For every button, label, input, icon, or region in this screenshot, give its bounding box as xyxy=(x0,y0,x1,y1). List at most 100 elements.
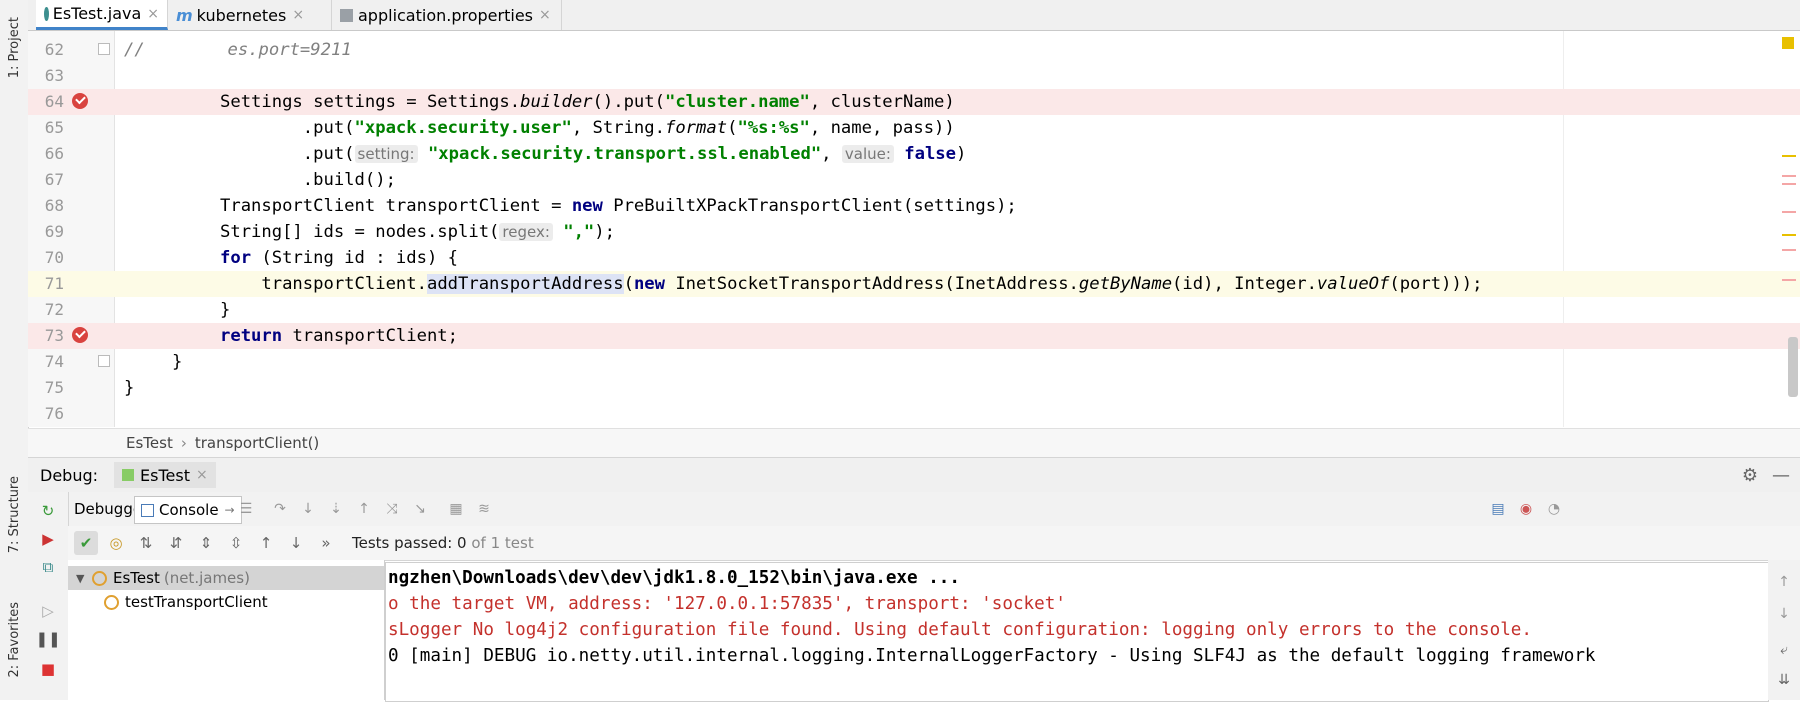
test-tree-item-method[interactable]: testTransportClient xyxy=(68,590,384,614)
close-icon[interactable]: × xyxy=(196,467,208,483)
next-test-icon[interactable]: ↓ xyxy=(284,531,308,555)
show-passed-icon[interactable]: ✔ xyxy=(74,531,98,555)
fold-icon[interactable] xyxy=(98,355,110,367)
breakpoint-icon[interactable] xyxy=(72,93,88,109)
favorites-tool-tab[interactable]: 2: Favorites xyxy=(2,590,26,690)
structure-tool-label: 7: Structure xyxy=(6,476,22,554)
line-number: 68 xyxy=(44,196,64,215)
test-status: Tests passed: 0 of 1 test xyxy=(352,534,534,552)
tab-label: Console xyxy=(159,501,219,519)
rerun-icon[interactable]: ↻ xyxy=(39,502,57,520)
editor-scrollbar-thumb[interactable] xyxy=(1788,337,1798,397)
structure-tool-tab[interactable]: 7: Structure xyxy=(2,470,26,560)
code-line: 67 .build(); xyxy=(28,167,1800,193)
code-line: 75 } xyxy=(28,375,1800,401)
tab-kubernetes[interactable]: m kubernetes × xyxy=(168,0,332,30)
console-side-controls: ↑ ↓ ⤶ ⇊ xyxy=(1768,560,1800,700)
more-icon[interactable]: » xyxy=(314,531,338,555)
close-icon[interactable]: × xyxy=(292,7,304,23)
previous-test-icon[interactable]: ↑ xyxy=(254,531,278,555)
force-step-into-icon[interactable]: ⇣ xyxy=(328,501,344,517)
resume-program-icon[interactable]: ▷ xyxy=(39,602,57,620)
show-ignored-icon[interactable]: ◎ xyxy=(104,531,128,555)
debug-session-tab[interactable]: EsTest × xyxy=(114,462,216,488)
tab-application-properties[interactable]: application.properties × xyxy=(332,0,562,30)
left-tool-strip: 1: Project 7: Structure 2: Favorites xyxy=(0,0,29,700)
pause-icon[interactable]: ❚❚ xyxy=(35,630,60,648)
step-into-icon[interactable]: ↓ xyxy=(300,501,316,517)
close-icon[interactable]: × xyxy=(147,6,159,22)
error-stripe[interactable] xyxy=(1770,31,1800,427)
collapse-all-icon[interactable]: ⇳ xyxy=(224,531,248,555)
fold-icon[interactable] xyxy=(98,43,110,55)
scroll-to-end-icon[interactable]: ⇊ xyxy=(1776,672,1792,688)
project-tool-label: 1: Project xyxy=(6,17,22,79)
pin-arrow-icon[interactable]: → xyxy=(225,503,235,517)
restore-layout-icon[interactable]: ▤ xyxy=(1490,501,1506,517)
tab-label: application.properties xyxy=(358,5,533,25)
line-number: 76 xyxy=(44,404,64,423)
test-toolbar: ✔ ◎ ⇅ ⇵ ⇕ ⇳ ↑ ↓ » Tests passed: 0 of 1 t… xyxy=(68,526,1800,561)
chevron-down-icon[interactable]: ▼ xyxy=(76,572,86,585)
expand-all-icon[interactable]: ⇕ xyxy=(194,531,218,555)
resume-icon[interactable]: ▶ xyxy=(39,530,57,548)
tab-estest-java[interactable]: EsTest.java × xyxy=(36,0,168,30)
tab-console[interactable]: Console → xyxy=(134,496,242,524)
project-tool-tab[interactable]: 1: Project xyxy=(2,8,26,88)
line-number: 62 xyxy=(44,40,64,59)
warning-status-icon[interactable] xyxy=(1782,37,1794,49)
code-line: 66 .put(setting: "xpack.security.transpo… xyxy=(28,141,1800,167)
soft-wrap-icon[interactable]: ⤶ xyxy=(1776,642,1792,658)
step-out-icon[interactable]: ↑ xyxy=(356,501,372,517)
test-package: (net.james) xyxy=(163,569,250,587)
tab-label: kubernetes xyxy=(196,5,287,25)
stop-icon[interactable]: ■ xyxy=(39,660,57,678)
scroll-down-icon[interactable]: ↓ xyxy=(1776,606,1792,622)
console-icon xyxy=(141,503,154,517)
step-icon[interactable]: ⧉ xyxy=(39,558,57,576)
code-text: TransportClient transportClient = new Pr… xyxy=(220,196,1017,216)
evaluate-icon[interactable]: ▦ xyxy=(448,501,464,517)
line-number: 74 xyxy=(44,352,64,371)
code-text: transportClient.addTransportAddress(new … xyxy=(220,274,1483,294)
console-output[interactable]: ngzhen\Downloads\dev\dev\jdk1.8.0_152\bi… xyxy=(385,562,1769,702)
console-line: sLogger No log4j2 configuration file fou… xyxy=(388,620,1532,640)
gear-icon[interactable]: ⚙ xyxy=(1742,465,1758,486)
run-config-icon xyxy=(122,469,135,481)
scroll-up-icon[interactable]: ↑ xyxy=(1776,574,1792,590)
properties-icon xyxy=(340,8,353,22)
line-number: 73 xyxy=(44,326,64,345)
parameter-hint: regex: xyxy=(499,223,553,241)
close-icon[interactable]: × xyxy=(539,7,551,23)
code-text: String[] ids = nodes.split(regex: ","); xyxy=(220,222,615,242)
code-line: 74 } xyxy=(28,349,1800,375)
code-text: .put(setting: "xpack.security.transport.… xyxy=(220,144,967,164)
code-text: // es.port=9211 xyxy=(124,40,352,60)
breadcrumb-item-method[interactable]: transportClient() xyxy=(195,434,319,452)
code-line: 63 xyxy=(28,63,1800,89)
code-text: Settings settings = Settings.builder().p… xyxy=(220,92,955,112)
run-to-cursor-icon[interactable]: ↘ xyxy=(412,501,428,517)
line-number: 75 xyxy=(44,378,64,397)
breadcrumb-item-class[interactable]: EsTest xyxy=(126,434,173,452)
test-running-icon xyxy=(92,570,107,586)
breakpoint-icon[interactable] xyxy=(72,327,88,343)
settings-gauge-icon[interactable]: ◔ xyxy=(1546,501,1562,517)
minimize-icon[interactable]: — xyxy=(1772,465,1790,486)
java-class-icon xyxy=(44,6,49,21)
breadcrumb-separator: › xyxy=(180,434,187,452)
code-text: return transportClient; xyxy=(220,326,459,346)
menu-icon[interactable]: ☰ xyxy=(238,501,254,517)
trace-icon[interactable]: ≋ xyxy=(476,501,492,517)
line-number: 69 xyxy=(44,222,64,241)
test-tree-item-class[interactable]: ▼ EsTest (net.james) xyxy=(68,566,384,590)
code-editor[interactable]: 62 // es.port=9211 63 64 Settings settin… xyxy=(28,31,1800,427)
view-breakpoints-icon[interactable]: ◉ xyxy=(1518,501,1534,517)
parameter-hint: value: xyxy=(841,145,894,163)
sort-duration-icon[interactable]: ⇵ xyxy=(164,531,188,555)
line-number: 66 xyxy=(44,144,64,163)
favorites-tool-label: 2: Favorites xyxy=(6,602,22,678)
drop-frame-icon[interactable]: ⤨ xyxy=(384,501,400,517)
sort-alpha-icon[interactable]: ⇅ xyxy=(134,531,158,555)
step-over-icon[interactable]: ↷ xyxy=(272,501,288,517)
